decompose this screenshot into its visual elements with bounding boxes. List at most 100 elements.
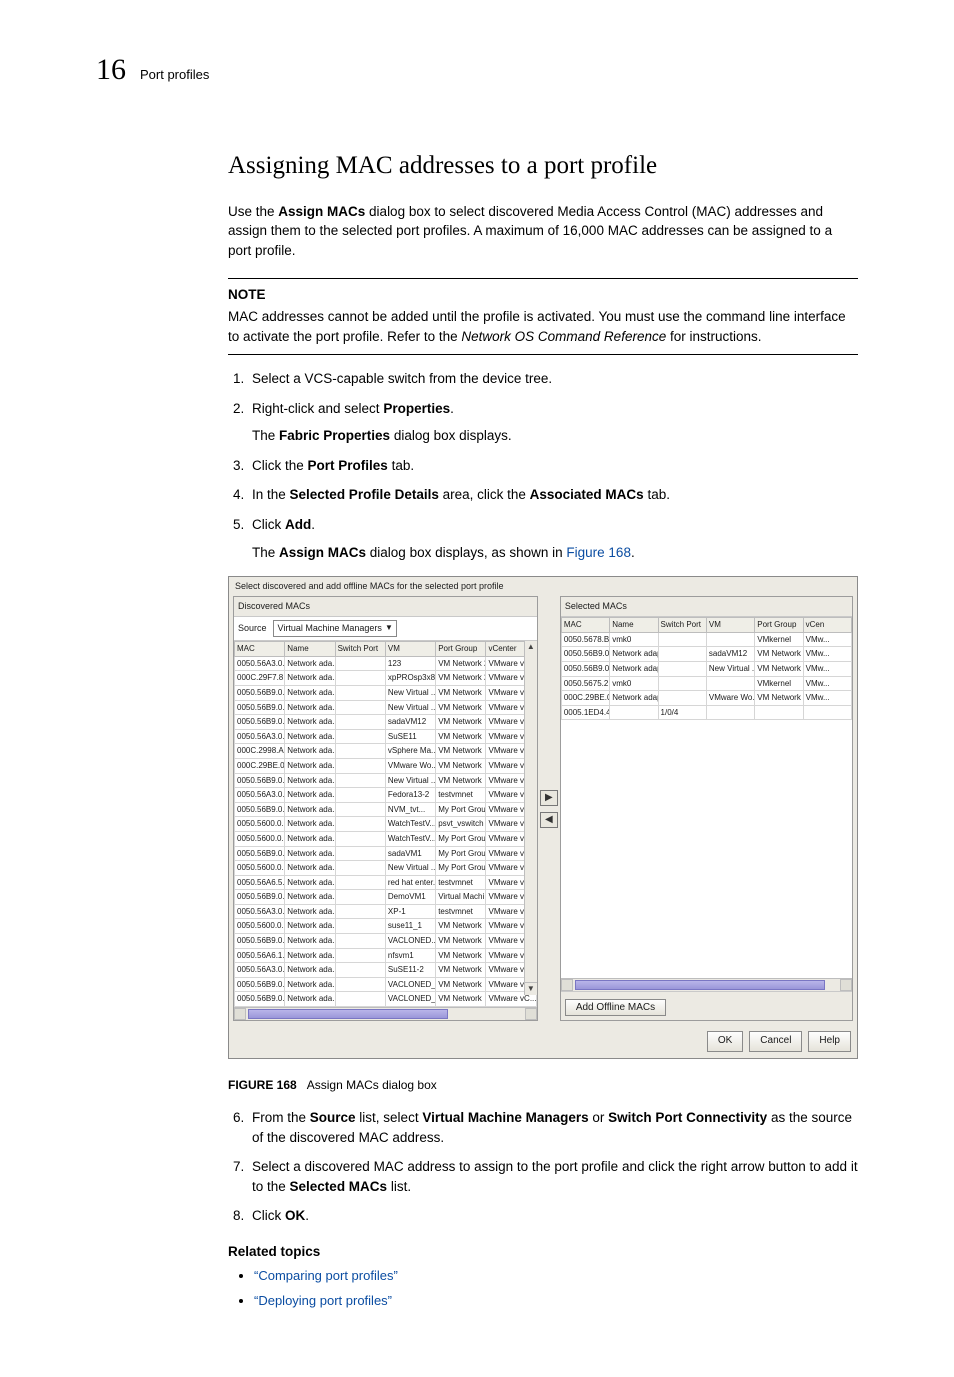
figure-caption-bold: FIGURE 168 [228, 1078, 297, 1092]
table-row[interactable]: 0050.5600.0...Network ada...WatchTestV..… [235, 817, 537, 832]
step-8-pre: Click [252, 1208, 285, 1223]
step-5-post: . [311, 517, 315, 532]
step-2-bold: Properties [383, 401, 450, 416]
col-header[interactable]: MAC [235, 642, 285, 657]
table-row[interactable]: 0050.56A6.5...Network ada...red hat ente… [235, 875, 537, 890]
table-row[interactable]: 0050.56A3.0...Network ada...XP-1testvmne… [235, 904, 537, 919]
table-row[interactable]: 000C.29F7.8...Network ada...xpPROsp3x86V… [235, 671, 537, 686]
col-header[interactable]: VM [706, 618, 754, 633]
table-row[interactable]: 0050.5675.2F06vmk0VMkernelVMw... [561, 676, 851, 691]
chapter-title: Port profiles [140, 66, 209, 85]
discovered-macs-title: Discovered MACs [234, 597, 537, 617]
col-header[interactable]: Port Group [436, 642, 486, 657]
table-row[interactable]: 0050.5678.B940vmk0VMkernelVMw... [561, 632, 851, 647]
intro-bold: Assign MACs [278, 204, 365, 219]
related-link-1-a[interactable]: “Comparing port profiles” [254, 1268, 398, 1283]
table-row[interactable]: 0050.56B9.0...Network ada...VACLONED_...… [235, 977, 537, 992]
transfer-buttons: ▶ ◀ [538, 596, 560, 1021]
step-5-pre: Click [252, 517, 285, 532]
selected-table[interactable]: MACNameSwitch PortVMPort GroupvCen0050.5… [561, 617, 852, 720]
intro-paragraph: Use the Assign MACs dialog box to select… [228, 202, 858, 261]
table-row[interactable]: 0050.56A6.1...Network ada...nfsvm1VM Net… [235, 948, 537, 963]
col-header[interactable]: Switch Port [658, 618, 706, 633]
table-row[interactable]: 0050.56B9.0...Network ada...VACLONED...V… [235, 934, 537, 949]
step-5-sub-end: . [631, 545, 635, 560]
step-3-pre: Click the [252, 458, 308, 473]
ok-button[interactable]: OK [707, 1031, 743, 1052]
step-2-post: . [450, 401, 454, 416]
table-row[interactable]: 0050.56A3.0...Network ada...Fedora13-2te… [235, 788, 537, 803]
step-2-sub: The Fabric Properties dialog box display… [252, 426, 858, 446]
step-6: From the Source list, select Virtual Mac… [248, 1108, 858, 1147]
step-5-bold: Add [285, 517, 311, 532]
figure-link[interactable]: Figure 168 [566, 545, 631, 560]
col-header[interactable]: Name [285, 642, 335, 657]
table-row[interactable]: 0050.56B9.0...Network ada...New Virtual … [235, 773, 537, 788]
table-row[interactable]: 0050.56B9.0...Network ada...sadaVM1My Po… [235, 846, 537, 861]
col-header[interactable]: VM [385, 642, 435, 657]
table-row[interactable]: 0050.56B9.0...Network ada...sadaVM12VM N… [235, 715, 537, 730]
table-row[interactable]: 0050.56A3.0...Network ada...123VM Networ… [235, 656, 537, 671]
table-row[interactable]: 0050.56B9.000ANetwork adapter 1New Virtu… [561, 661, 851, 676]
table-row[interactable]: 0050.56B9.0...Network ada...NVM_tvt...My… [235, 802, 537, 817]
vscroll-track[interactable] [524, 653, 537, 983]
step-5: Click Add. The Assign MACs dialog box di… [248, 515, 858, 562]
page: 16 Port profiles Assigning MAC addresses… [0, 0, 954, 1377]
table-row[interactable]: 0050.56A3.0...Network ada...SuSE11-2VM N… [235, 963, 537, 978]
table-row[interactable]: 0050.56B9.0...Network ada...New Virtual … [235, 700, 537, 715]
step-1-text: Select a VCS-capable switch from the dev… [252, 371, 552, 386]
figure-caption-text: Assign MACs dialog box [307, 1078, 437, 1092]
step-3: Click the Port Profiles tab. [248, 456, 858, 476]
cancel-button[interactable]: Cancel [749, 1031, 802, 1052]
step-4-mid: area, click the [439, 487, 530, 502]
help-button[interactable]: Help [808, 1031, 851, 1052]
arrow-right-icon[interactable]: ▶ [540, 790, 558, 806]
page-header: 16 Port profiles [96, 48, 858, 92]
table-row[interactable]: 0050.56B9.0...Network ada...New Virtual … [235, 685, 537, 700]
col-header[interactable]: Port Group [755, 618, 803, 633]
table-row[interactable]: 0050.56B9.0...Network ada...DemoVM1Virtu… [235, 890, 537, 905]
content-area: Assigning MAC addresses to a port profil… [228, 148, 858, 1312]
arrow-left-icon[interactable]: ◀ [540, 812, 558, 828]
col-header[interactable]: vCen [803, 618, 851, 633]
discovered-macs-panel: Discovered MACs Source Virtual Machine M… [233, 596, 538, 1021]
note-box: NOTE MAC addresses cannot be added until… [228, 278, 858, 355]
col-header[interactable]: Name [610, 618, 658, 633]
table-row[interactable]: 0050.56B9.002FNetwork adapter 1sadaVM12V… [561, 647, 851, 662]
chapter-number: 16 [96, 48, 126, 92]
step-2-sub-post: dialog box displays. [390, 428, 512, 443]
step-6-mid2: or [589, 1110, 609, 1125]
table-row[interactable]: 0050.56B9.0...Network ada...VACLONED_...… [235, 992, 537, 1007]
source-dropdown[interactable]: Virtual Machine Managers [273, 620, 397, 637]
figure-caption: FIGURE 168 Assign MACs dialog box [228, 1077, 858, 1094]
table-row[interactable]: 000C.29BE.0...Network ada...VMware Wo...… [235, 758, 537, 773]
step-7-post: list. [387, 1179, 411, 1194]
step-5-sub-pre: The [252, 545, 279, 560]
dialog-body: Discovered MACs Source Virtual Machine M… [229, 596, 857, 1025]
step-4-pre: In the [252, 487, 290, 502]
related-topics-head: Related topics [228, 1242, 858, 1262]
table-row[interactable]: 0050.5600.0...Network ada...New Virtual … [235, 861, 537, 876]
table-row[interactable]: 000C.29BE.0116Network adapter 1VMware Wo… [561, 691, 851, 706]
table-row[interactable]: 0050.5600.0...Network ada...suse11_1VM N… [235, 919, 537, 934]
col-header[interactable]: MAC [561, 618, 609, 633]
table-row[interactable]: 000C.2998.A...Network ada...vSphere Ma..… [235, 744, 537, 759]
add-offline-macs-button[interactable]: Add Offline MACs [565, 999, 666, 1016]
step-4-bold2: Associated MACs [530, 487, 644, 502]
right-hscroll[interactable] [561, 978, 852, 991]
related-link-2-a[interactable]: “Deploying port profiles” [254, 1293, 392, 1308]
scroll-down-icon[interactable]: ▼ [524, 982, 537, 995]
dialog-button-row: OK Cancel Help [229, 1025, 857, 1058]
col-header[interactable]: Switch Port [335, 642, 385, 657]
step-8: Click OK. [248, 1206, 858, 1226]
left-hscroll[interactable] [234, 1007, 537, 1020]
related-link-1[interactable]: “Comparing port profiles” [254, 1267, 858, 1286]
related-link-2[interactable]: “Deploying port profiles” [254, 1292, 858, 1311]
step-7-bold: Selected MACs [290, 1179, 388, 1194]
table-row[interactable]: 0050.5600.0...Network ada...WatchTestV..… [235, 831, 537, 846]
table-row[interactable]: 0050.56A3.0...Network ada...SuSE11VM Net… [235, 729, 537, 744]
step-6-mid: list, select [356, 1110, 423, 1125]
add-offline-macs-row: Add Offline MACs [561, 991, 852, 1020]
table-row[interactable]: 0005.1ED4.4EDA1/0/4 [561, 705, 851, 720]
discovered-table[interactable]: MACNameSwitch PortVMPort GroupvCenter005… [234, 641, 537, 1007]
